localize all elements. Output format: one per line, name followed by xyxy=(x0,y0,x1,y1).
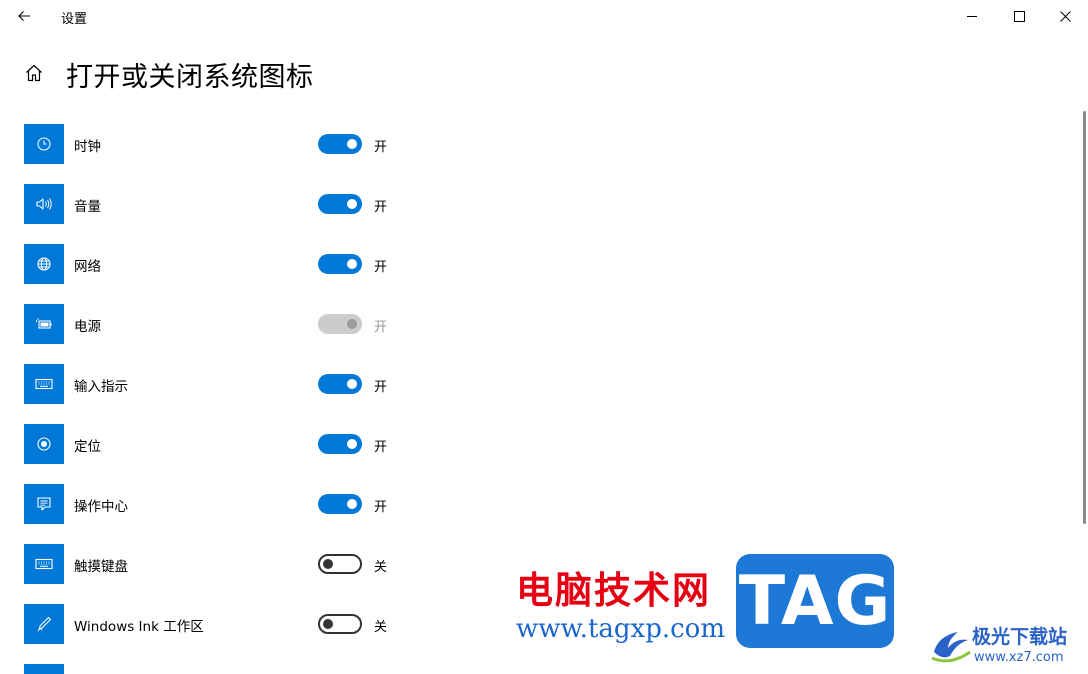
setting-row-network: 网络 开 xyxy=(24,244,404,284)
page-title: 打开或关闭系统图标 xyxy=(66,62,314,93)
title-bar: 设置 xyxy=(0,0,1088,32)
row-label: 触摸键盘 xyxy=(74,559,128,575)
row-label: 输入指示 xyxy=(74,379,128,395)
back-arrow-icon xyxy=(18,11,30,21)
app-title: 设置 xyxy=(61,12,88,27)
toggle-state-text: 关 xyxy=(374,620,388,635)
action-center-icon xyxy=(37,497,51,511)
row-icon-tile xyxy=(24,604,64,644)
action-center-toggle[interactable] xyxy=(318,494,362,514)
setting-row-touch-keyboard: 触摸键盘 关 xyxy=(24,544,404,584)
row-icon-tile xyxy=(24,484,64,524)
touch-keyboard-toggle[interactable] xyxy=(318,554,362,574)
toggle-knob xyxy=(347,439,357,449)
setting-row-volume: 音量 开 xyxy=(24,184,404,224)
pen-icon xyxy=(37,616,52,632)
toggle-knob xyxy=(347,379,357,389)
clock-icon xyxy=(37,137,51,151)
toggle-state-text: 开 xyxy=(374,140,388,155)
watermark-site-name: 电脑技术网 xyxy=(516,569,711,612)
row-label: 定位 xyxy=(74,439,101,455)
setting-row-windows-ink: Windows Ink 工作区 关 xyxy=(24,604,404,644)
row-icon-tile xyxy=(24,184,64,224)
toggle-knob xyxy=(323,619,333,629)
back-button[interactable] xyxy=(10,4,38,28)
toggle-state-text: 关 xyxy=(374,560,388,575)
keyboard-icon xyxy=(35,378,53,390)
toggle-state-text: 开 xyxy=(374,320,388,335)
toggle-state-text: 开 xyxy=(374,260,388,275)
row-icon-tile xyxy=(24,664,64,674)
clock-toggle[interactable] xyxy=(318,134,362,154)
watermark-site-url: www.tagxp.com xyxy=(516,614,725,644)
row-icon-tile xyxy=(24,544,64,584)
location-toggle[interactable] xyxy=(318,434,362,454)
toggle-knob xyxy=(347,139,357,149)
maximize-icon xyxy=(1013,10,1025,22)
xz-logo-icon xyxy=(931,632,971,663)
row-label: Windows Ink 工作区 xyxy=(74,619,204,635)
watermark-xz-url: www.xz7.com xyxy=(974,650,1064,665)
windows-ink-toggle[interactable] xyxy=(318,614,362,634)
setting-row-input-indicator: 输入指示 开 xyxy=(24,364,404,404)
volume-icon xyxy=(36,198,52,210)
toggle-knob xyxy=(347,499,357,509)
close-button[interactable] xyxy=(1042,0,1088,32)
input-indicator-toggle[interactable] xyxy=(318,374,362,394)
close-icon xyxy=(1059,10,1071,22)
touch-keyboard-icon xyxy=(35,558,53,570)
maximize-button[interactable] xyxy=(996,0,1042,32)
row-icon-tile xyxy=(24,364,64,404)
minimize-button[interactable] xyxy=(949,0,995,32)
setting-row-partial xyxy=(24,664,404,674)
home-button[interactable] xyxy=(22,61,46,85)
setting-row-action-center: 操作中心 开 xyxy=(24,484,404,524)
toggle-knob xyxy=(347,319,357,329)
row-label: 电源 xyxy=(74,319,101,335)
toggle-knob xyxy=(347,199,357,209)
setting-row-power: 电源 开 xyxy=(24,304,404,344)
row-label: 操作中心 xyxy=(74,499,128,515)
network-toggle[interactable] xyxy=(318,254,362,274)
toggle-state-text: 开 xyxy=(374,380,388,395)
toggle-state-text: 开 xyxy=(374,440,388,455)
watermark-tag-text: TAG xyxy=(738,561,892,641)
row-icon-tile xyxy=(24,124,64,164)
minimize-icon xyxy=(966,15,977,17)
row-label: 网络 xyxy=(74,259,101,275)
network-icon xyxy=(37,257,51,271)
row-icon-tile xyxy=(24,244,64,284)
row-icon-tile xyxy=(24,304,64,344)
setting-row-clock: 时钟 开 xyxy=(24,124,404,164)
row-label: 时钟 xyxy=(74,139,101,155)
settings-window: 设置 打开或关闭系统图标 时钟 开 音量 开 网络 开 电源 开 输入指示 开 … xyxy=(0,0,1088,674)
battery-icon xyxy=(36,318,52,329)
watermark-tag-logo: TAG xyxy=(736,554,894,648)
location-icon xyxy=(37,437,51,451)
watermark-xz-name: 极光下载站 xyxy=(972,626,1068,648)
setting-row-location: 定位 开 xyxy=(24,424,404,464)
row-label: 音量 xyxy=(74,199,101,215)
row-icon-tile xyxy=(24,424,64,464)
toggle-state-text: 开 xyxy=(374,200,388,215)
toggle-knob xyxy=(347,259,357,269)
power-toggle[interactable] xyxy=(318,314,362,334)
home-icon xyxy=(26,64,42,82)
toggle-knob xyxy=(323,559,333,569)
toggle-state-text: 开 xyxy=(374,500,388,515)
volume-toggle[interactable] xyxy=(318,194,362,214)
scrollbar[interactable] xyxy=(1083,111,1086,524)
